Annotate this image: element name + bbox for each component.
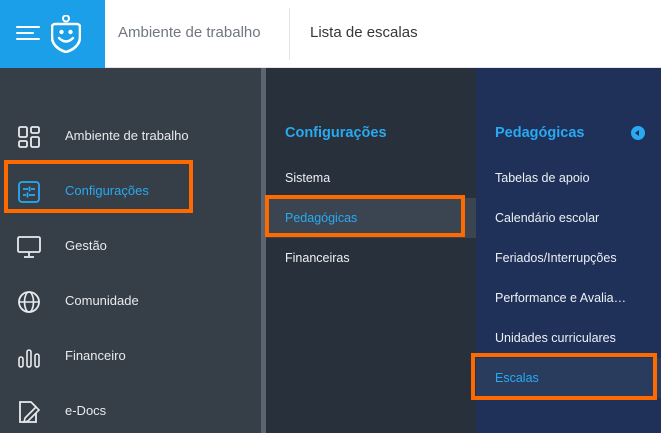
submenu-title: Configurações	[285, 125, 387, 141]
subsubmenu-item-feriados[interactable]: Feriados/Interrupções	[476, 238, 661, 278]
submenu-panel: Configurações Sistema Pedagógicas Financ…	[266, 68, 476, 433]
grid-icon	[18, 126, 40, 148]
subsubmenu-item-tabelas[interactable]: Tabelas de apoio	[476, 158, 661, 198]
subsubmenu-item-escalas[interactable]: Escalas	[476, 358, 661, 398]
sidebar-item-configuracoes[interactable]: Configurações	[0, 171, 261, 211]
logo-icon[interactable]	[51, 15, 81, 53]
subsubmenu-item-unidades[interactable]: Unidades curriculares	[476, 318, 661, 358]
breadcrumb-workspace[interactable]: Ambiente de trabalho	[118, 0, 261, 68]
sidebar-item-label: Financeiro	[65, 348, 126, 363]
submenu-item-financeiras[interactable]: Financeiras	[266, 238, 476, 278]
subsubmenu-item-performance[interactable]: Performance e Avalia…	[476, 278, 661, 318]
subsubmenu-title: Pedagógicas	[495, 125, 585, 141]
subsubmenu-panel: Pedagógicas Tabelas de apoio Calendário …	[476, 68, 661, 433]
sidebar-item-label: e-Docs	[65, 403, 107, 418]
sidebar-item-gestao[interactable]: Gestão	[0, 226, 261, 266]
bars-icon	[18, 349, 40, 368]
breadcrumb-current: Lista de escalas	[310, 24, 418, 41]
globe-icon	[18, 291, 40, 313]
submenu-item-sistema[interactable]: Sistema	[266, 158, 476, 198]
sidebar-item-workspace[interactable]: Ambiente de trabalho	[0, 116, 261, 156]
document-edit-icon	[19, 401, 41, 424]
sidebar-item-label: Comunidade	[65, 293, 139, 308]
sidebar-item-label: Configurações	[65, 183, 149, 198]
sidebar-item-label: Gestão	[65, 238, 107, 253]
top-bar: Ambiente de trabalho Lista de escalas	[0, 0, 661, 68]
sidebar-item-edocs[interactable]: e-Docs	[0, 391, 261, 431]
main-sidebar: Ambiente de trabalho Configurações Gestã…	[0, 68, 261, 433]
sidebar-item-comunidade[interactable]: Comunidade	[0, 281, 261, 321]
sidebar-item-label: Ambiente de trabalho	[65, 128, 189, 143]
collapse-panel-button[interactable]	[631, 126, 645, 140]
menu-icon[interactable]	[16, 24, 40, 42]
submenu-item-pedagogicas[interactable]: Pedagógicas	[266, 198, 476, 238]
subsubmenu-item-calendario[interactable]: Calendário escolar	[476, 198, 661, 238]
breadcrumb-divider	[289, 8, 290, 60]
sliders-icon	[18, 181, 40, 203]
brand-area	[0, 0, 105, 68]
monitor-icon	[17, 236, 41, 258]
sidebar-item-financeiro[interactable]: Financeiro	[0, 336, 261, 376]
